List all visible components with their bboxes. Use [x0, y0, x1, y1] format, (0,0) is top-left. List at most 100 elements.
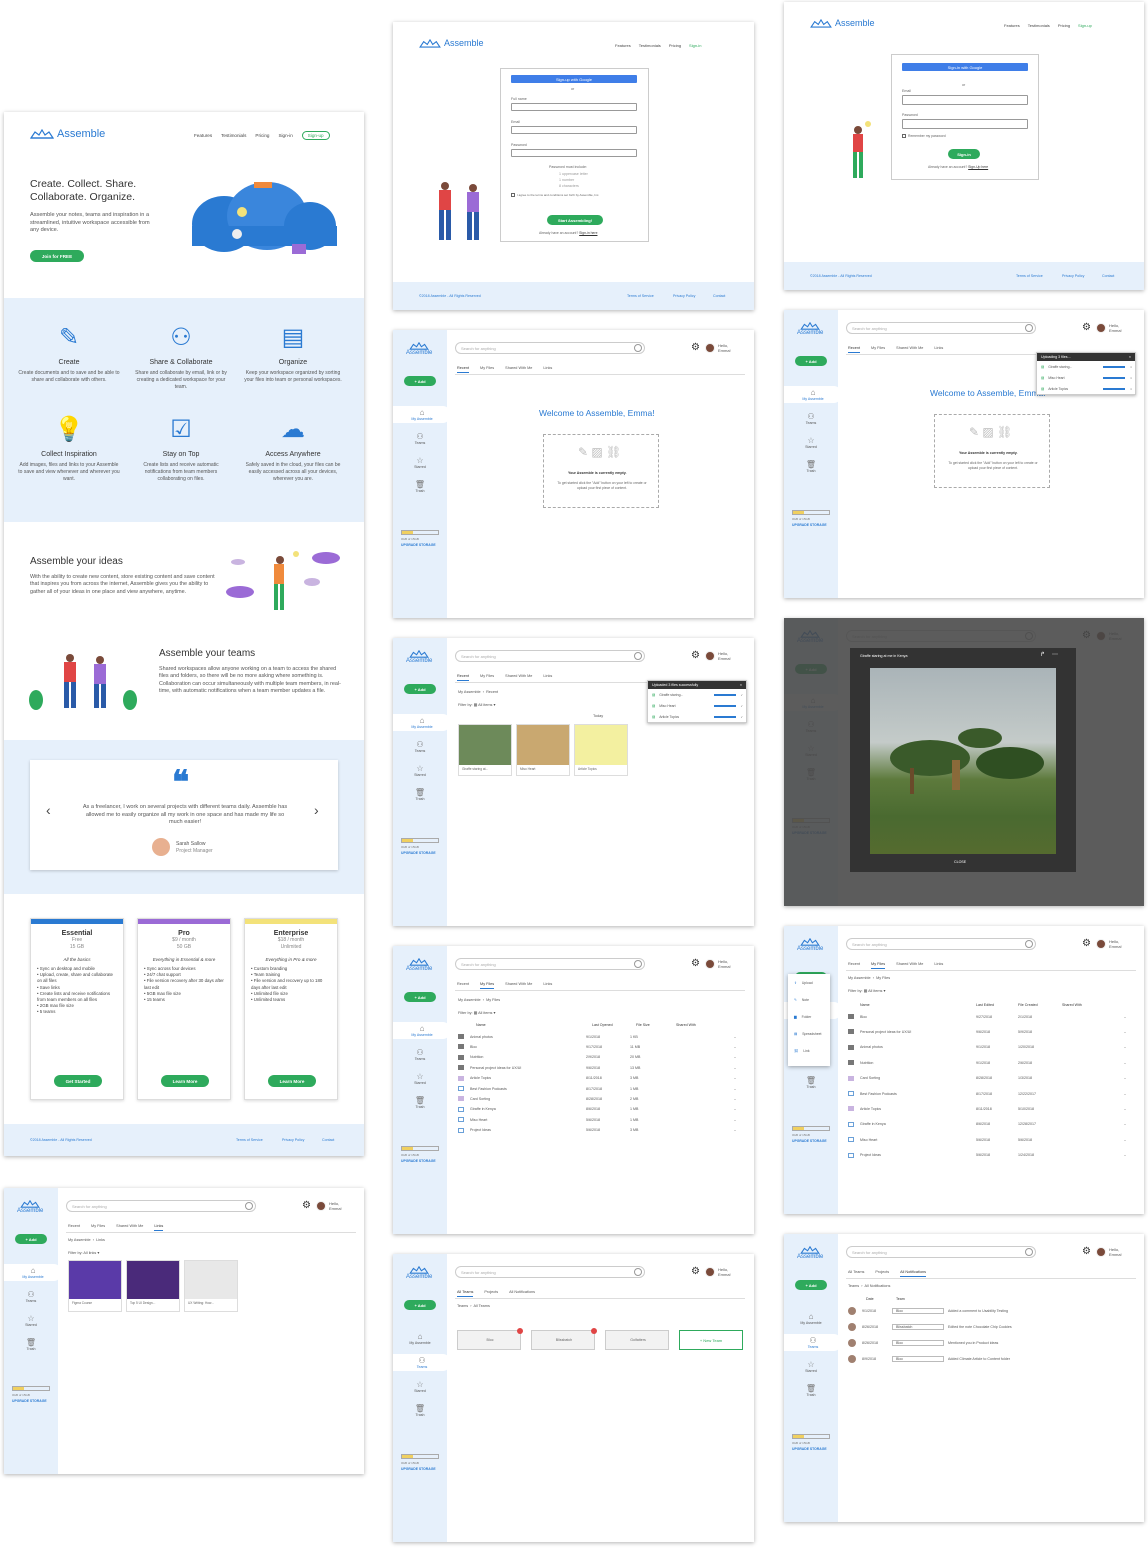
avatar[interactable]	[705, 1267, 715, 1277]
search-input[interactable]: Search for anything	[846, 938, 1036, 950]
sidebar-item-my-assemble[interactable]: ⌂ My Assemble	[784, 386, 842, 403]
avatar[interactable]	[705, 651, 715, 661]
add-menu-item[interactable]: ▆ Folder	[794, 1012, 811, 1021]
add-menu-item[interactable]: ⇪ Upload	[794, 978, 813, 987]
tab-2[interactable]: All Notifications	[900, 1270, 927, 1277]
footer-privacy[interactable]: Privacy Policy	[282, 1138, 304, 1142]
sidebar-item-trash[interactable]: 🗑 Trash	[4, 1336, 58, 1353]
sidebar-item-my-assemble[interactable]: ⌂ My Assemble	[393, 406, 451, 423]
gear-icon[interactable]: ⚙	[302, 1200, 311, 1211]
sidebar-item-teams[interactable]: ⚇ Teams	[393, 1354, 451, 1371]
more-icon[interactable]: –	[1124, 1045, 1126, 1049]
nav-testimonials[interactable]: Testimonials	[221, 133, 246, 140]
nav-pricing[interactable]: Pricing	[255, 133, 269, 140]
more-icon[interactable]: –	[734, 1118, 736, 1122]
join-free-button[interactable]: Join for FREE	[30, 250, 84, 262]
start-assembling-button[interactable]: Start Assembling!	[547, 215, 603, 225]
search-input[interactable]: Search for anything	[455, 958, 645, 970]
gear-icon[interactable]: ⚙	[691, 1266, 700, 1277]
plan-cta-button[interactable]: Get Started	[54, 1075, 102, 1087]
add-button[interactable]: + Add	[795, 1280, 827, 1290]
search-icon[interactable]	[634, 652, 642, 660]
password-input[interactable]	[902, 119, 1028, 129]
table-row[interactable]: Bloc 9/17/2018 11 MB –	[458, 1042, 743, 1051]
table-row[interactable]: Article Topics 8/11/2018 5/10/2018 –	[848, 1104, 1136, 1113]
sidebar-item-teams[interactable]: ⚇ Teams	[393, 1046, 447, 1063]
link-card[interactable]: UX Writing: How...	[184, 1260, 238, 1312]
sidebar-item-starred[interactable]: ☆ Starred	[393, 1070, 447, 1087]
col-name[interactable]: Name	[860, 1003, 976, 1007]
more-icon[interactable]: –	[1124, 1030, 1126, 1034]
terms-checkbox[interactable]	[511, 193, 515, 197]
tab-0[interactable]: Recent	[457, 982, 469, 989]
tab-0[interactable]: Recent	[457, 674, 470, 681]
new-team-button[interactable]: + New Team	[679, 1330, 743, 1350]
avatar[interactable]	[1096, 323, 1106, 333]
upgrade-storage-link[interactable]: UPGRADE STORAGE	[792, 523, 827, 527]
sidebar-item-trash[interactable]: 🗑 Trash	[393, 786, 447, 803]
sidebar-item-starred[interactable]: ☆ Starred	[393, 1378, 447, 1395]
col-name[interactable]: Name	[476, 1023, 592, 1027]
nav-features[interactable]: Features	[194, 133, 212, 140]
gear-icon[interactable]: ⚙	[691, 958, 700, 969]
footer-contact[interactable]: Contact	[1102, 274, 1114, 278]
sidebar-item-my-assemble[interactable]: ⌂ My Assemble	[393, 714, 451, 731]
nav-features[interactable]: Features	[615, 43, 631, 48]
table-row[interactable]: Nutrition 2/9/2018 20 MB –	[458, 1053, 743, 1062]
search-input[interactable]: Search for anything	[846, 322, 1036, 334]
notification-row[interactable]: 9/1/2018 Bloc Added a comment to Usabili…	[848, 1306, 1136, 1315]
google-signin-button[interactable]: Sign-in with Google	[902, 63, 1028, 71]
sidebar-item-teams[interactable]: ⚇ Teams	[784, 1334, 842, 1351]
breadcrumb-root[interactable]: My Assemble	[458, 690, 481, 694]
table-row[interactable]: Miso Heart 5/6/2018 5/6/2018 –	[848, 1135, 1136, 1144]
brand-logo[interactable]: Assemble	[406, 958, 432, 972]
tab-2[interactable]: Shared With Me	[505, 674, 532, 681]
more-icon[interactable]: –	[734, 1128, 736, 1132]
sidebar-item-trash[interactable]: 🗑 Trash	[393, 1402, 447, 1419]
team-card[interactable]: Blissbatch	[531, 1328, 597, 1350]
sidebar-item-teams[interactable]: ⚇ Teams	[393, 430, 447, 447]
sidebar-item-starred[interactable]: ☆ Starred	[393, 454, 447, 471]
team-card[interactable]: Golfatters	[605, 1330, 669, 1350]
col-file-created[interactable]: File Created	[1018, 1003, 1062, 1007]
tab-2[interactable]: Shared With Me	[896, 962, 923, 969]
nav-signin[interactable]: Sign-in	[689, 43, 701, 48]
col-last-edited[interactable]: Last Edited	[976, 1003, 1018, 1007]
share-icon[interactable]: ↱	[1040, 651, 1045, 658]
upgrade-storage-link[interactable]: UPGRADE STORAGE	[12, 1399, 47, 1403]
close-button[interactable]: CLOSE	[954, 860, 966, 864]
table-row[interactable]: Best Fashion Podcasts 8/17/2018 12/22/20…	[848, 1089, 1136, 1098]
add-menu-item[interactable]: ✎ Note	[794, 995, 809, 1004]
file-thumbnail[interactable]: Miso Heart	[516, 724, 570, 776]
breadcrumb-root[interactable]: My Assemble	[848, 976, 871, 980]
search-icon[interactable]	[634, 1268, 642, 1276]
col-shared-with[interactable]: Shared With	[676, 1023, 696, 1027]
full-name-input[interactable]	[511, 103, 637, 111]
close-icon[interactable]: ×	[1129, 355, 1131, 359]
tab-0[interactable]: Recent	[848, 962, 860, 969]
footer-contact[interactable]: Contact	[713, 294, 725, 298]
filter-bar[interactable]: Filter by: ▦ All items ▾	[458, 1010, 495, 1015]
upgrade-storage-link[interactable]: UPGRADE STORAGE	[401, 851, 436, 855]
notification-row[interactable]: 8/9/2018 Bloc Added Climate Article to C…	[848, 1354, 1136, 1363]
nav-testimonials[interactable]: Testimonials	[639, 43, 661, 48]
search-icon[interactable]	[634, 344, 642, 352]
more-icon[interactable]: –	[1124, 1153, 1126, 1157]
more-icon[interactable]: ⋯	[1052, 651, 1058, 658]
nav-testimonials[interactable]: Testimonials	[1028, 23, 1050, 28]
signin-link[interactable]: Sign-in here	[579, 231, 597, 235]
table-row[interactable]: Giraffe in Kenya 8/6/2018 1 MB –	[458, 1105, 743, 1114]
gear-icon[interactable]: ⚙	[691, 650, 700, 661]
sidebar-item-trash[interactable]: 🗑 Trash	[393, 478, 447, 495]
table-row[interactable]: Bloc 9/27/2018 2/1/2018 –	[848, 1012, 1136, 1021]
more-icon[interactable]: –	[734, 1066, 736, 1070]
more-icon[interactable]: –	[734, 1097, 736, 1101]
tab-1[interactable]: My Files	[480, 674, 494, 681]
brand-logo[interactable]: Assemble	[810, 18, 875, 28]
tab-1[interactable]: My Files	[480, 366, 494, 373]
more-icon[interactable]: –	[734, 1107, 736, 1111]
table-row[interactable]: Project Ideas 5/6/2018 3 MB –	[458, 1126, 743, 1135]
tab-2[interactable]: All Notifications	[509, 1290, 535, 1297]
signup-link[interactable]: Sign-Up here	[968, 165, 988, 169]
tab-3[interactable]: Links	[934, 962, 943, 969]
